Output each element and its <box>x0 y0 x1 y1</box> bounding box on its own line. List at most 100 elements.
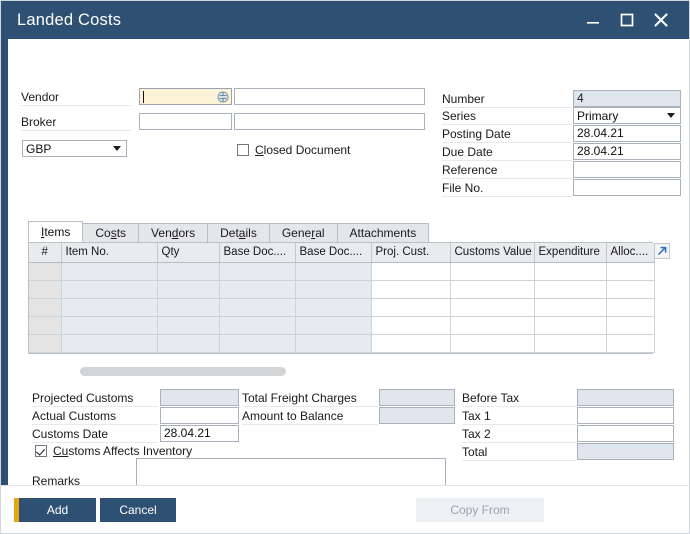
grid-cell[interactable] <box>219 316 296 335</box>
grid-cell[interactable] <box>295 298 372 317</box>
grid-header-item-no[interactable]: Item No. <box>61 243 158 263</box>
grid-cell[interactable] <box>450 298 535 317</box>
maximize-icon[interactable] <box>617 10 637 30</box>
tab-vendors[interactable]: Ven d ors <box>138 223 209 242</box>
tab-attachments[interactable]: Attachments <box>336 223 430 242</box>
grid-cell[interactable] <box>534 280 607 299</box>
reference-label: Reference <box>442 162 572 179</box>
grid-cell[interactable] <box>157 262 220 281</box>
grid-cell[interactable] <box>61 298 158 317</box>
due-date-label: Due Date <box>442 144 572 161</box>
file-no-input[interactable] <box>573 179 681 196</box>
grid-cell[interactable] <box>157 334 220 353</box>
grid-header-expenditure[interactable]: Expenditure <box>534 243 607 263</box>
grid-cell[interactable] <box>534 334 607 353</box>
grid-cell[interactable] <box>606 316 655 335</box>
choose-from-list-icon[interactable] <box>217 91 229 103</box>
chevron-down-icon <box>667 113 675 118</box>
grid-cell[interactable] <box>295 280 372 299</box>
tab-items[interactable]: Items <box>28 221 84 242</box>
tab-costs[interactable]: Co s ts <box>82 223 140 242</box>
customs-date-input[interactable]: 28.04.21 <box>160 425 239 442</box>
grid-cell[interactable] <box>371 280 451 299</box>
grid-header-[interactable]: # <box>29 243 62 263</box>
close-icon[interactable] <box>651 10 671 30</box>
minimize-icon[interactable] <box>583 10 603 30</box>
broker-code-input[interactable] <box>139 113 232 130</box>
grid-cell[interactable] <box>157 298 220 317</box>
projected-customs-value <box>160 389 239 406</box>
reference-input[interactable] <box>573 161 681 178</box>
copy-from-button[interactable]: Copy From <box>416 498 544 522</box>
grid-cell[interactable] <box>450 334 535 353</box>
grid-cell[interactable] <box>371 316 451 335</box>
due-date-input[interactable]: 28.04.21 <box>573 143 681 160</box>
tax-1-input[interactable] <box>577 407 674 424</box>
customs-affects-inventory-checkbox[interactable]: Customs Affects Inventory <box>35 443 192 459</box>
broker-name-input[interactable] <box>234 113 425 130</box>
tax-1-label: Tax 1 <box>462 408 576 425</box>
table-row[interactable] <box>29 298 655 317</box>
grid-cell[interactable] <box>61 262 158 281</box>
grid-scrollbar-thumb[interactable] <box>80 367 286 376</box>
grid-cell[interactable] <box>606 298 655 317</box>
expand-arrow-icon[interactable] <box>653 242 671 260</box>
grid-cell[interactable] <box>534 262 607 281</box>
cancel-button[interactable]: Cancel <box>100 498 176 522</box>
closed-document-checkbox[interactable]: Closed Document <box>237 142 350 158</box>
grid-cell[interactable] <box>219 262 296 281</box>
vendor-code-input[interactable] <box>139 88 232 105</box>
add-button[interactable]: Add <box>14 498 96 522</box>
grid-horizontal-scrollbar[interactable] <box>28 367 653 376</box>
grid-cell[interactable] <box>219 334 296 353</box>
table-row[interactable] <box>29 316 655 335</box>
grid-cell[interactable] <box>606 262 655 281</box>
grid-cell[interactable] <box>295 334 372 353</box>
grid-header-base-doc[interactable]: Base Doc.... <box>219 243 296 263</box>
grid-cell[interactable] <box>450 316 535 335</box>
grid-header-customs-value[interactable]: Customs Value <box>450 243 535 263</box>
tab-label: Attachments <box>349 226 417 240</box>
grid-cell[interactable] <box>371 262 451 281</box>
tab-general[interactable]: Gene r al <box>268 223 338 242</box>
grid-header-qty[interactable]: Qty <box>157 243 220 263</box>
grid-cell[interactable] <box>606 280 655 299</box>
posting-date-input[interactable]: 28.04.21 <box>573 125 681 142</box>
grid-cell[interactable] <box>450 262 535 281</box>
grid-header-proj-cust[interactable]: Proj. Cust. <box>371 243 451 263</box>
grid-cell[interactable] <box>606 334 655 353</box>
total-label: Total <box>462 444 576 461</box>
grid-cell[interactable] <box>295 262 372 281</box>
grid-cell <box>29 298 62 317</box>
grid-cell[interactable] <box>534 298 607 317</box>
table-row[interactable] <box>29 280 655 299</box>
grid-cell[interactable] <box>61 316 158 335</box>
currency-select[interactable]: GBP <box>22 140 127 157</box>
grid-cell[interactable] <box>371 334 451 353</box>
tab-label-mnemonic: d <box>171 226 179 240</box>
grid-cell[interactable] <box>157 280 220 299</box>
actual-customs-input[interactable] <box>160 407 239 424</box>
table-row[interactable] <box>29 262 655 281</box>
grid-cell[interactable] <box>295 316 372 335</box>
grid-cell[interactable] <box>157 316 220 335</box>
grid-cell[interactable] <box>61 280 158 299</box>
series-select[interactable]: Primary <box>573 107 681 124</box>
tab-label-pre: Det <box>220 226 239 240</box>
grid-cell[interactable] <box>219 280 296 299</box>
grid-cell[interactable] <box>534 316 607 335</box>
tab-details[interactable]: Det a ils <box>207 223 270 242</box>
tax-2-input[interactable] <box>577 425 674 442</box>
grid-header-base-doc[interactable]: Base Doc.... <box>295 243 372 263</box>
grid-cell[interactable] <box>450 280 535 299</box>
grid-cell[interactable] <box>61 334 158 353</box>
grid-cell[interactable] <box>371 298 451 317</box>
total-freight-charges-value <box>379 389 455 406</box>
table-row[interactable] <box>29 334 655 353</box>
grid-cell[interactable] <box>219 298 296 317</box>
grid-cell <box>29 334 62 353</box>
vendor-name-input[interactable] <box>234 88 425 105</box>
grid-header-alloc[interactable]: Alloc.... <box>606 243 655 263</box>
form-content: Vendor Broker GBP Closed Document Number… <box>8 39 689 498</box>
grid-header-row: # Item No. Qty Base Doc.... Base Doc.... Proj… <box>29 243 655 263</box>
